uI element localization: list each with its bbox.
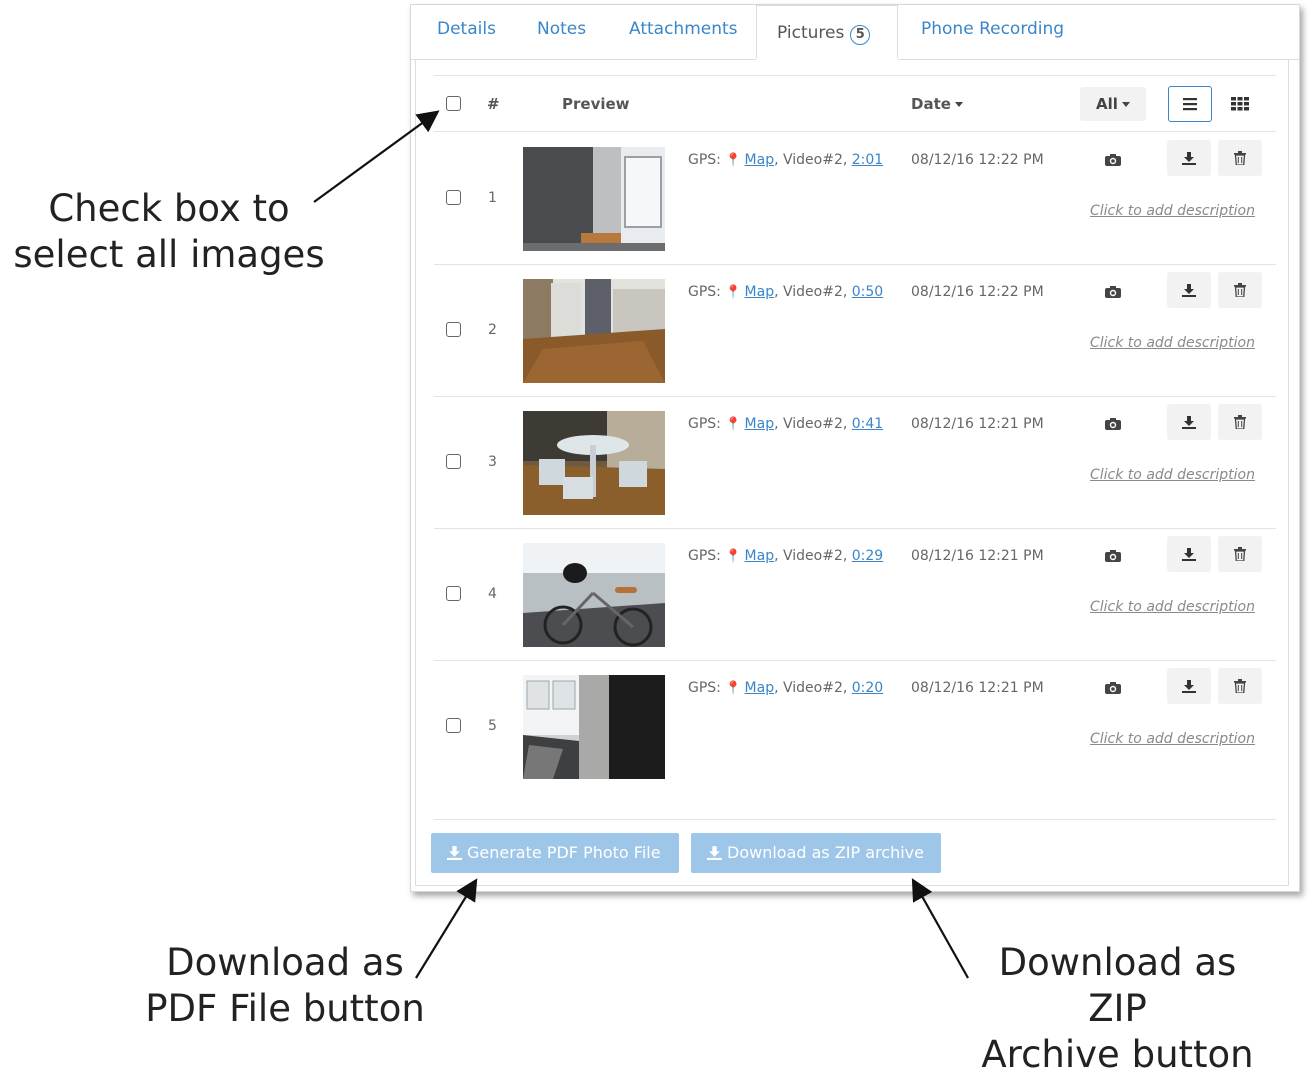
arrow-select-all	[313, 110, 440, 203]
arrow-pdf	[415, 878, 478, 979]
annotation-arrows	[313, 110, 969, 979]
arrow-zip	[911, 878, 969, 979]
